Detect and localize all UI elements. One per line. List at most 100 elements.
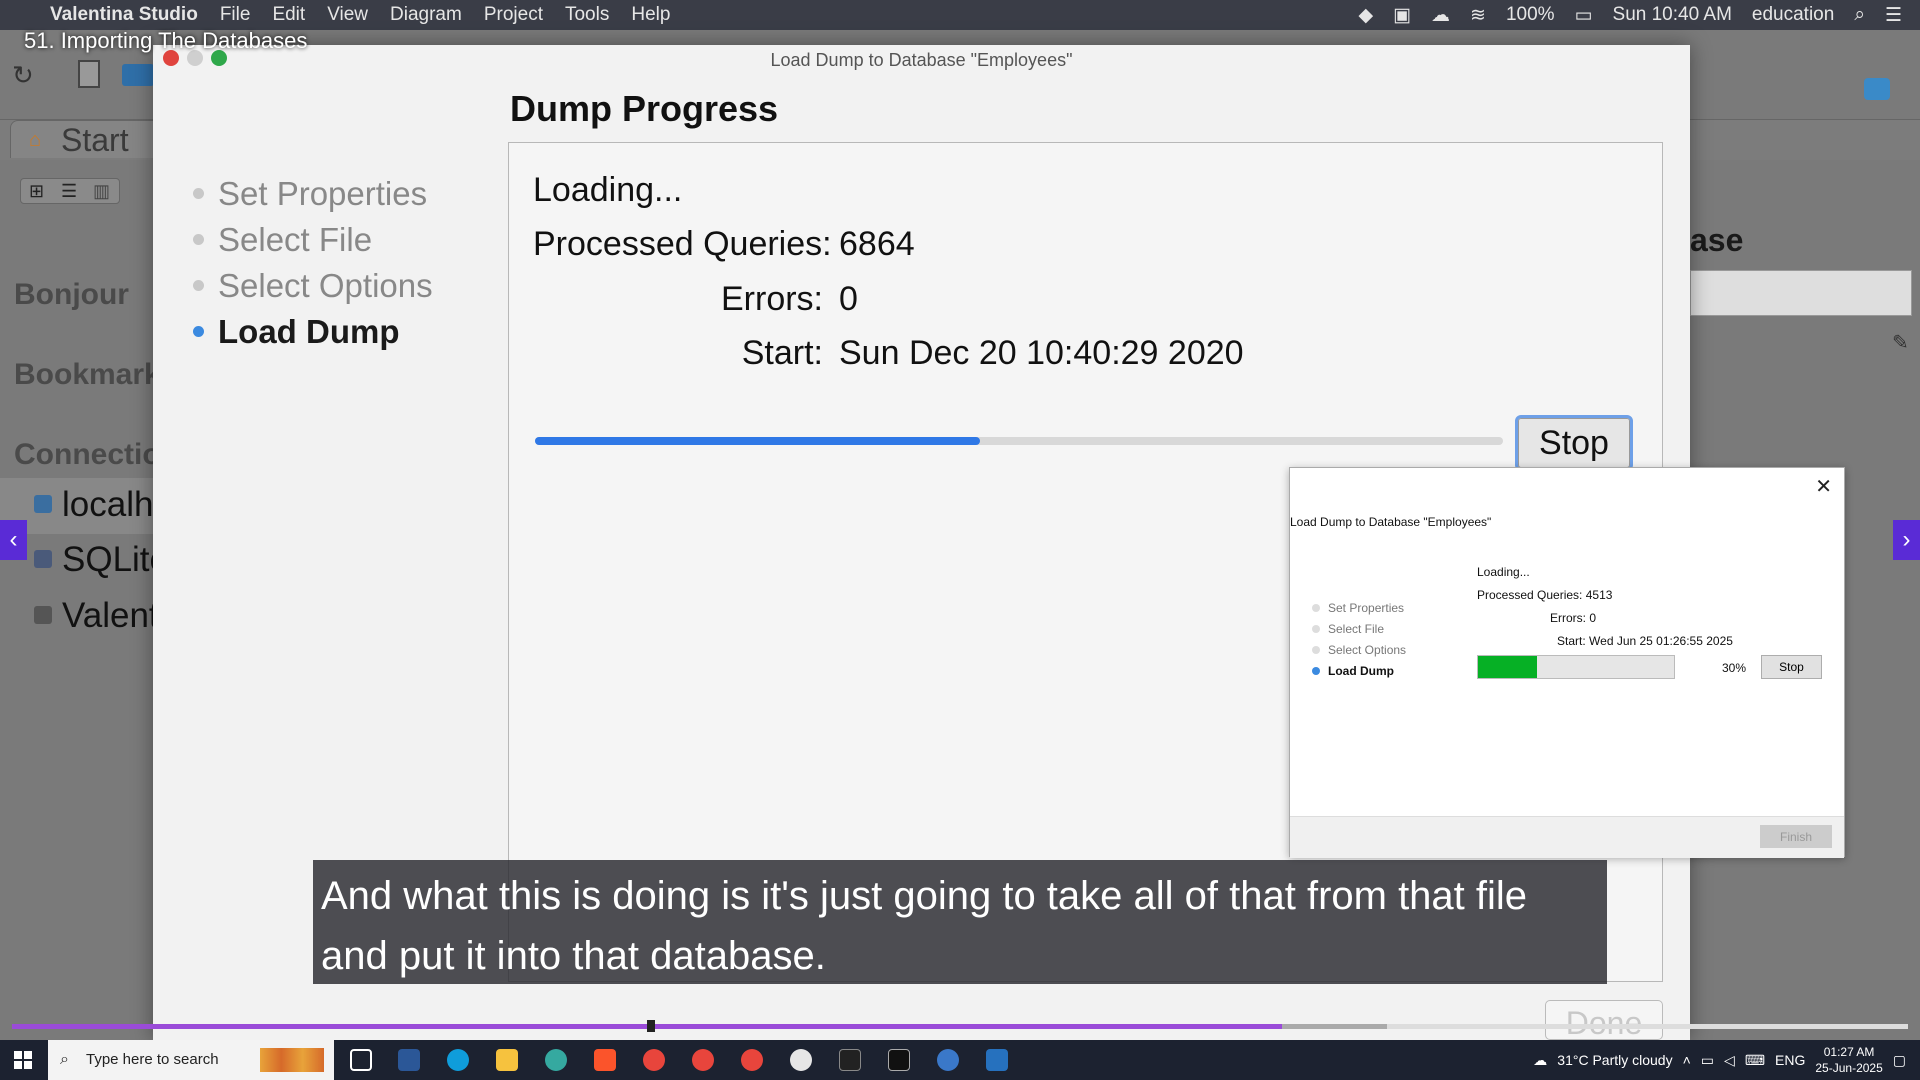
windows-start-icon[interactable] [14,1051,32,1069]
menu-file[interactable]: File [220,4,251,26]
menu-tools[interactable]: Tools [565,4,609,26]
step-label: Select File [1328,622,1385,636]
task-view-icon[interactable] [350,1049,372,1071]
column-view-icon[interactable]: ▥ [93,181,110,202]
slack-icon[interactable] [790,1049,812,1071]
mac-menubar: Valentina Studio File Edit View Diagram … [0,0,1920,30]
valentina-db-icon [34,606,52,624]
app-menu[interactable]: Valentina Studio [50,4,198,26]
chrome-profile-icon[interactable] [692,1049,714,1071]
list-view-icon[interactable]: ☰ [61,181,77,202]
errors-row: Errors: 0 [533,280,858,319]
connection-valentina[interactable]: Valentina [62,596,157,636]
menu-edit[interactable]: Edit [272,4,305,26]
video-progress-track[interactable] [12,1020,1908,1032]
weather-text[interactable]: 31°C Partly cloudy [1557,1052,1672,1068]
app-icon[interactable] [888,1049,910,1071]
done-button[interactable]: Done [1545,1000,1663,1041]
view-toggle[interactable]: ⊞ ☰ ▥ [20,178,120,204]
step-dot [193,233,204,245]
step-dot [193,279,204,291]
search-placeholder: Type here to search [86,1051,219,1068]
connection-sqlite[interactable]: SQLite [62,540,157,580]
language-indicator[interactable]: ENG [1775,1052,1805,1068]
network-icon[interactable]: ▭ [1701,1052,1714,1069]
keyboard-icon[interactable]: ⌨ [1745,1052,1765,1069]
next-arrow-icon[interactable]: › [1893,520,1920,560]
powershell-icon[interactable] [986,1049,1008,1071]
terminal-icon[interactable] [839,1049,861,1071]
refresh-icon[interactable]: ↻ [12,60,34,91]
word-icon[interactable] [398,1049,420,1071]
stop-button[interactable]: Stop [1515,415,1633,471]
pencil-icon[interactable]: ✎ [1892,330,1909,355]
file-explorer-icon[interactable] [496,1049,518,1071]
chrome-icon[interactable] [643,1049,665,1071]
previous-arrow-icon[interactable]: ‹ [0,520,27,560]
step-label: Set Properties [218,175,428,212]
right-panel-input[interactable] [1690,270,1912,316]
tray-chevron-icon[interactable]: ˄ [1683,1052,1691,1068]
folder-icon[interactable] [122,64,154,86]
edge-dev-icon[interactable] [545,1049,567,1071]
search-highlight-image [260,1048,324,1072]
valentina-icon[interactable] [937,1049,959,1071]
start-value: Wed Jun 25 01:26:55 2025 [1589,634,1733,648]
menubar-clock[interactable]: Sun 10:40 AM [1613,4,1732,26]
page-title: Dump Progress [510,88,779,129]
volume-icon[interactable]: ◁ [1724,1052,1735,1069]
tree-view-icon[interactable]: ⊞ [29,181,44,202]
spotlight-search-icon[interactable]: ⌕ [1854,4,1865,26]
system-tray: ☁ 31°C Partly cloudy ˄ ▭ ◁ ⌨ ENG 01:27 A… [1533,1040,1920,1080]
wifi-icon[interactable]: ≋ [1470,4,1486,27]
menu-diagram[interactable]: Diagram [390,4,462,26]
win-step-select-file: Select File [1312,622,1384,636]
win-errors-row: Errors: 0 [1550,611,1596,625]
notifications-icon[interactable]: ▢ [1893,1052,1906,1069]
menu-view[interactable]: View [327,4,368,26]
weather-icon[interactable]: ☁ [1533,1052,1547,1069]
step-set-properties: Set Properties [193,175,427,213]
elephant-icon[interactable]: ◆ [1358,4,1373,27]
step-select-file: Select File [193,221,372,259]
errors-label: Errors: [721,280,823,318]
progress-bar-fill [535,437,981,445]
dialog-title: Load Dump to Database "Employees" [770,50,1073,70]
video-title: 51. Importing The Databases [24,28,308,53]
step-label: Select Options [1328,643,1407,657]
step-label: Load Dump [1328,664,1394,678]
step-dot [1312,604,1320,612]
connection-localhost[interactable]: localhost [62,485,157,525]
control-center-icon[interactable]: ☰ [1885,4,1902,27]
new-file-icon[interactable] [78,60,100,88]
processed-label: Processed Queries: [1477,588,1583,602]
step-dot [1312,667,1320,675]
close-icon[interactable]: ✕ [1815,474,1832,499]
finish-button[interactable]: Finish [1760,825,1832,848]
status-text: Loading... [533,171,683,209]
sidebar-header-bonjour: Bonjour [14,278,129,311]
start-row: Start: Sun Dec 20 10:40:29 2020 [533,334,1244,373]
win-stop-button[interactable]: Stop [1761,655,1822,679]
taskbar-search-box[interactable]: ⌕ Type here to search [48,1040,334,1080]
brave-icon[interactable] [594,1049,616,1071]
step-label: Select File [218,221,373,258]
processed-label: Processed Queries: [533,225,832,263]
video-scrub-handle[interactable] [647,1020,656,1032]
tab-start[interactable]: ⌂ Start [10,120,170,158]
start-label: Start: [1557,634,1586,648]
taskbar-clock[interactable]: 01:27 AM 25-Jun-2025 [1815,1044,1882,1076]
cloud-icon[interactable]: ☁ [1431,4,1450,27]
edge-icon[interactable] [447,1049,469,1071]
right-panel-title: ase [1690,222,1744,258]
menu-help[interactable]: Help [631,4,670,26]
menu-project[interactable]: Project [484,4,543,26]
step-label: Load Dump [218,313,400,350]
chrome-alt-icon[interactable] [741,1049,763,1071]
menubar-user[interactable]: education [1752,4,1834,26]
processed-row: Processed Queries: 6864 [533,225,915,264]
screen-icon[interactable]: ▣ [1393,4,1411,27]
battery-icon[interactable]: ▭ [1575,4,1593,27]
chat-icon[interactable] [1864,78,1890,100]
win-progress-percent: 30% [1722,661,1747,675]
